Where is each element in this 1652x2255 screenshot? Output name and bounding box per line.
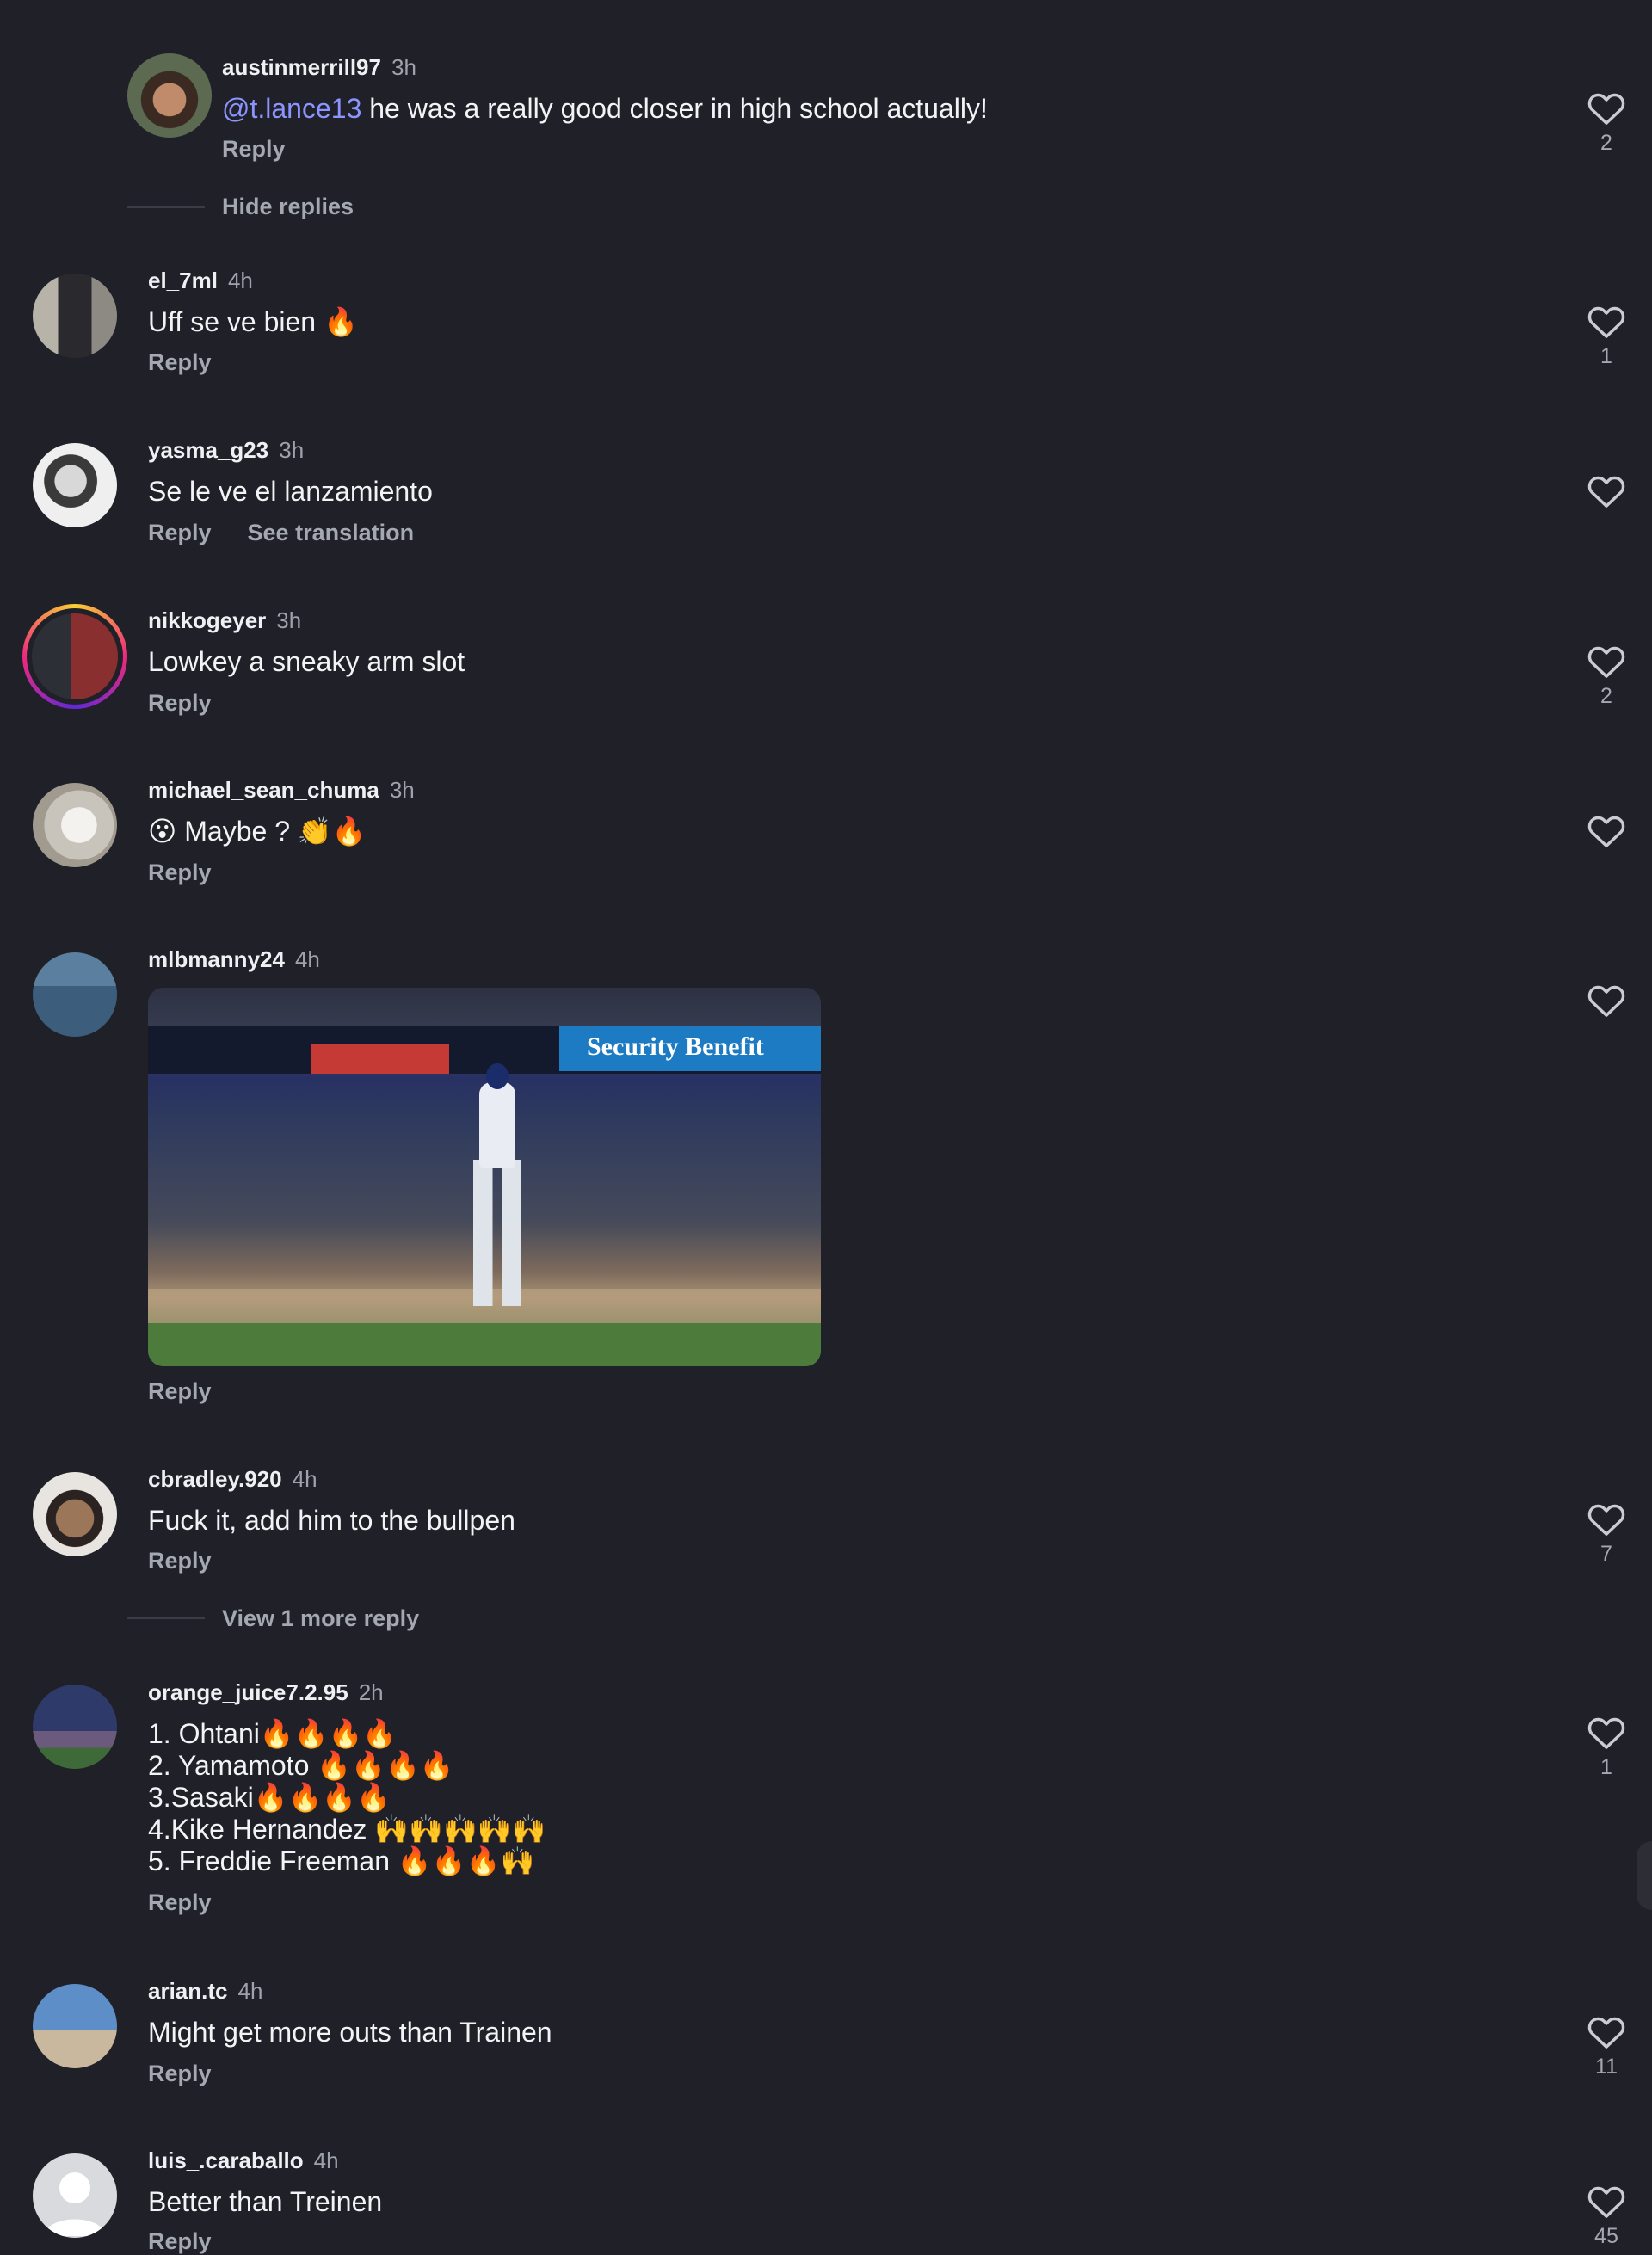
comment-text: Uff se ve bien 🔥 — [148, 306, 358, 337]
reply-button[interactable]: Reply — [148, 2228, 212, 2254]
avatar[interactable] — [127, 53, 212, 138]
view-more-replies-button[interactable]: View 1 more reply — [222, 1605, 419, 1632]
comment-username[interactable]: nikkogeyer — [148, 607, 266, 633]
comment-time: 3h — [276, 607, 302, 633]
heart-outline-icon — [1587, 93, 1625, 125]
comment-text-line: 3.Sasaki🔥🔥🔥🔥 — [148, 1782, 391, 1813]
comment-username[interactable]: yasma_g23 — [148, 437, 268, 463]
reply-button[interactable]: Reply — [148, 349, 212, 375]
comment-time: 2h — [358, 1679, 384, 1705]
pitcher-figure — [473, 1160, 521, 1306]
see-translation-button[interactable]: See translation — [248, 520, 415, 545]
comment-username[interactable]: luis_.caraballo — [148, 2147, 304, 2173]
avatar-story-ring[interactable] — [22, 604, 127, 709]
comment-time: 4h — [294, 946, 320, 972]
like-button[interactable] — [1583, 982, 1630, 1023]
avatar[interactable] — [33, 1472, 117, 1556]
thread-divider — [127, 1617, 205, 1619]
user-silhouette-icon — [43, 2172, 107, 2236]
like-count: 45 — [1594, 2224, 1618, 2248]
reply-button[interactable]: Reply — [148, 859, 212, 885]
like-button[interactable] — [1583, 812, 1630, 853]
reply-button[interactable]: Reply — [148, 1378, 212, 1404]
sponsor-sign: Security Benefit — [587, 1032, 764, 1061]
comment-username[interactable]: el_7ml — [148, 268, 218, 293]
like-button[interactable]: 11 — [1583, 2013, 1630, 2079]
avatar[interactable] — [33, 783, 117, 867]
comment-text: Lowkey a sneaky arm slot — [148, 646, 465, 677]
comment-username[interactable]: cbradley.920 — [148, 1466, 282, 1492]
reply-button[interactable]: Reply — [148, 690, 212, 716]
comment-username[interactable]: michael_sean_chuma — [148, 777, 379, 803]
heart-outline-icon — [1587, 2017, 1625, 2049]
comment-time: 4h — [227, 268, 253, 293]
reply-button[interactable]: Reply — [222, 136, 286, 162]
like-count: 11 — [1595, 2055, 1618, 2079]
comment-text-line: 4.Kike Hernandez 🙌🙌🙌🙌🙌 — [148, 1814, 546, 1845]
scroll-handle[interactable] — [1637, 1841, 1652, 1910]
like-count: 1 — [1600, 1755, 1612, 1779]
heart-outline-icon — [1587, 476, 1625, 508]
comment-username[interactable]: orange_juice7.2.95 — [148, 1679, 348, 1705]
avatar[interactable] — [33, 952, 117, 1037]
avatar[interactable] — [33, 274, 117, 358]
like-count: 7 — [1600, 1542, 1612, 1566]
like-count: 2 — [1600, 684, 1612, 708]
reply-button[interactable]: Reply — [148, 1889, 212, 1915]
avatar[interactable] — [33, 1685, 117, 1769]
comment-text: Se le ve el lanzamiento — [148, 476, 433, 507]
reply-button[interactable]: Reply — [148, 1548, 212, 1574]
comment-text: Better than Treinen — [148, 2186, 383, 2217]
comment-time: 4h — [292, 1466, 317, 1492]
like-button[interactable]: 1 — [1583, 1714, 1630, 1780]
comment-time: 3h — [389, 777, 415, 803]
heart-outline-icon — [1587, 1717, 1625, 1749]
reply-button[interactable]: Reply — [148, 520, 212, 545]
heart-outline-icon — [1587, 306, 1625, 338]
comment-text-line: 2. Yamamoto 🔥🔥🔥🔥 — [148, 1750, 454, 1781]
comment-text: @t.lance13 he was a really good closer i… — [222, 93, 988, 124]
comment-text: Fuck it, add him to the bullpen — [148, 1505, 515, 1536]
avatar[interactable] — [33, 1984, 117, 2068]
thread-divider — [127, 206, 205, 208]
like-button[interactable]: 7 — [1583, 1500, 1630, 1567]
hide-replies-button[interactable]: Hide replies — [222, 194, 354, 220]
like-button[interactable]: 2 — [1583, 89, 1630, 156]
comment-text: Might get more outs than Trainen — [148, 2017, 552, 2048]
comment-text: 😮 Maybe ? 👏🔥 — [148, 816, 367, 847]
comment-text-line: 1. Ohtani🔥🔥🔥🔥 — [148, 1718, 398, 1749]
gif-attachment[interactable]: Security Benefit — [148, 988, 821, 1366]
mention-link[interactable]: @t.lance13 — [222, 93, 361, 124]
heart-outline-icon — [1587, 985, 1625, 1017]
heart-outline-icon — [1587, 646, 1625, 678]
comment-time: 3h — [391, 54, 416, 80]
heart-outline-icon — [1587, 816, 1625, 847]
comment-text-line: 5. Freddie Freeman 🔥🔥🔥🙌 — [148, 1845, 535, 1876]
like-button[interactable]: 45 — [1583, 2183, 1630, 2249]
like-button[interactable]: 1 — [1583, 303, 1630, 369]
comment-time: 3h — [279, 437, 305, 463]
like-button[interactable] — [1583, 472, 1630, 514]
comment-username[interactable]: mlbmanny24 — [148, 946, 285, 972]
comment-time: 4h — [313, 2147, 339, 2173]
avatar[interactable] — [33, 443, 117, 527]
comment-username[interactable]: austinmerrill97 — [222, 54, 381, 80]
default-avatar[interactable] — [33, 2153, 117, 2238]
like-count: 2 — [1600, 131, 1612, 155]
like-button[interactable]: 2 — [1583, 643, 1630, 709]
heart-outline-icon — [1587, 2186, 1625, 2218]
comment-username[interactable]: arian.tc — [148, 1978, 228, 2004]
heart-outline-icon — [1587, 1504, 1625, 1536]
like-count: 1 — [1600, 344, 1612, 368]
reply-button[interactable]: Reply — [148, 2061, 212, 2086]
comment-time: 4h — [237, 1978, 263, 2004]
